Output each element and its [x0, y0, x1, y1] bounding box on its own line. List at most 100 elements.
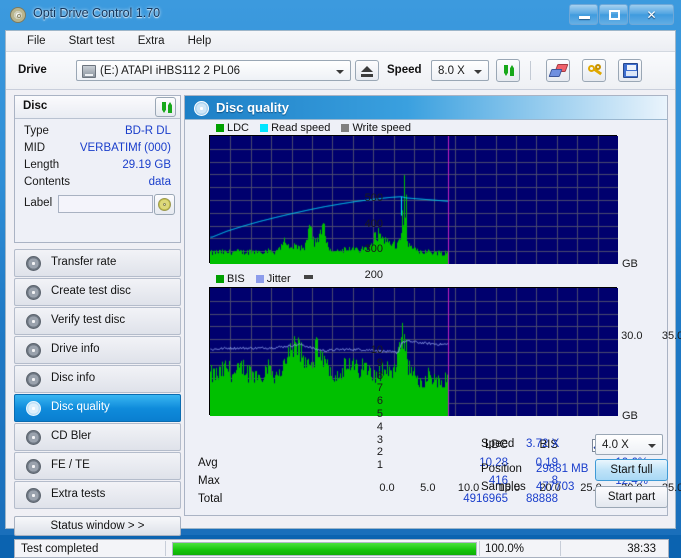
close-button[interactable]: ✕ — [629, 4, 674, 25]
axis-tick-label: 500 — [364, 192, 383, 204]
menu-bar: File Start test Extra Help — [6, 31, 675, 52]
status-divider — [165, 541, 166, 556]
refresh-icon — [501, 63, 517, 79]
disc-refresh-button[interactable] — [155, 97, 176, 117]
disc-icon — [26, 372, 41, 387]
minimize-icon — [579, 16, 590, 19]
stats-total-bis: 88888 — [526, 493, 558, 505]
sidebar-item-create-test-disc[interactable]: Create test disc — [14, 278, 181, 306]
page-title: Disc quality — [216, 100, 289, 115]
start-part-button[interactable]: Start part — [595, 486, 668, 508]
progress-bar-fill — [173, 543, 476, 555]
drive-icon — [82, 65, 96, 78]
legend-swatch-extra — [303, 275, 313, 279]
disc-mid-label: MID — [24, 142, 46, 154]
status-window-button[interactable]: Status window > > — [14, 516, 181, 536]
sidebar-item-label: CD Bler — [51, 430, 92, 442]
disc-row-contents: Contents data — [15, 176, 180, 193]
drive-select-value: (E:) ATAPI iHBS112 2 PL06 — [100, 65, 240, 77]
disc-contents-value: data — [148, 176, 171, 188]
disc-label-cd-icon-button[interactable] — [154, 194, 175, 215]
sidebar-item-cd-bler[interactable]: CD Bler — [14, 423, 181, 451]
save-button[interactable] — [618, 59, 642, 82]
chevron-down-icon — [336, 70, 344, 74]
speed-readout-value: 3.72 X — [526, 438, 560, 450]
tools-icon — [587, 63, 603, 79]
eject-icon-bar — [361, 74, 373, 77]
axis-tick-label: 200 — [364, 268, 383, 281]
disc-info-title: Disc — [23, 100, 48, 112]
disc-icon — [10, 7, 26, 23]
sidebar-item-disc-info[interactable]: Disc info — [14, 365, 181, 393]
drive-select[interactable]: (E:) ATAPI iHBS112 2 PL06 — [76, 60, 351, 81]
position-label: Position — [481, 463, 522, 475]
status-bar: Test completed 100.0% 38:33 — [14, 539, 669, 558]
progress-percent: 100.0% — [485, 543, 525, 555]
sidebar-item-transfer-rate[interactable]: Transfer rate — [14, 249, 181, 277]
axis-tick-label: 0.0 — [379, 482, 395, 494]
speed-label: Speed — [387, 64, 422, 76]
disc-icon — [26, 401, 41, 416]
speed-select-secondary-value: 4.0 X — [602, 439, 629, 451]
axis-tick-label: 300 — [364, 243, 383, 256]
erase-button[interactable] — [546, 59, 570, 82]
start-full-button[interactable]: Start full — [595, 459, 668, 481]
status-divider — [560, 541, 561, 556]
disc-icon — [26, 488, 41, 503]
maximize-button[interactable] — [599, 4, 628, 25]
toolbar: Drive (E:) ATAPI iHBS112 2 PL06 Speed 8.… — [6, 52, 675, 90]
disc-row-mid: MID VERBATIMf (000) — [15, 142, 180, 159]
menu-item-start-test[interactable]: Start test — [59, 31, 125, 52]
disc-icon — [26, 459, 41, 474]
disc-icon — [26, 343, 41, 358]
speed-readout-label: Speed — [481, 438, 515, 450]
menu-item-extra[interactable]: Extra — [128, 31, 175, 52]
chevron-down-icon — [648, 444, 656, 448]
sidebar-item-label: Drive info — [51, 343, 100, 355]
axis-tick-label: 10 — [370, 344, 383, 356]
menu-item-help[interactable]: Help — [178, 31, 222, 52]
legend-swatch-write-speed — [341, 124, 350, 132]
disc-length-value: 29.19 GB — [122, 159, 171, 171]
stats-row-max-label: Max — [198, 475, 220, 487]
tools-button[interactable] — [582, 59, 606, 82]
disc-icon — [26, 256, 41, 271]
speed-select[interactable]: 8.0 X — [431, 60, 489, 81]
sidebar-item-label: Verify test disc — [51, 314, 126, 326]
axis-tick-label: 30.0 — [621, 330, 643, 342]
disc-label-input[interactable] — [58, 195, 153, 213]
axis-tick-label: 35.0 — [661, 330, 681, 342]
menu-item-file[interactable]: File — [17, 31, 56, 52]
bis-chart-x-unit: GB — [622, 410, 638, 422]
elapsed-time: 38:33 — [627, 543, 656, 555]
eject-icon — [361, 66, 373, 72]
sidebar-item-fe-te[interactable]: FE / TE — [14, 452, 181, 480]
progress-bar — [172, 542, 477, 556]
axis-tick-label: 1 — [376, 459, 383, 472]
samples-label: Samples — [481, 481, 526, 493]
stats-total-ldc: 4916965 — [463, 493, 508, 505]
eject-button[interactable] — [355, 60, 379, 81]
client-area: File Start test Extra Help Drive (E:) AT… — [5, 30, 681, 558]
axis-tick-label: 8 — [376, 369, 383, 382]
sidebar-item-label: Create test disc — [51, 285, 131, 297]
legend-swatch-bis — [216, 275, 224, 283]
bis-chart-legend: BIS Jitter — [216, 273, 316, 285]
ldc-chart[interactable] — [209, 135, 618, 264]
sidebar-item-label: Extra tests — [51, 488, 106, 500]
window-title: Opti Drive Control 1.70 — [33, 6, 161, 20]
sidebar-item-extra-tests[interactable]: Extra tests — [14, 481, 181, 509]
refresh-button[interactable] — [496, 59, 520, 82]
sidebar-item-drive-info[interactable]: Drive info — [14, 336, 181, 364]
axis-tick-label: 400 — [364, 217, 383, 230]
speed-select-secondary[interactable]: 4.0 X — [595, 434, 663, 455]
sidebar-item-disc-quality[interactable]: Disc quality — [14, 394, 181, 422]
legend-swatch-jitter — [255, 275, 264, 283]
sidebar-item-label: Disc quality — [51, 401, 110, 413]
disc-info-panel: Disc Type BD-R DL MID VERBATIMf (000) Le… — [14, 95, 181, 243]
bis-jitter-chart[interactable] — [209, 287, 618, 416]
refresh-icon — [159, 100, 175, 116]
minimize-button[interactable] — [569, 4, 598, 25]
sidebar-item-verify-test-disc[interactable]: Verify test disc — [14, 307, 181, 335]
ldc-chart-legend: LDC Read speed Write speed — [216, 122, 419, 134]
